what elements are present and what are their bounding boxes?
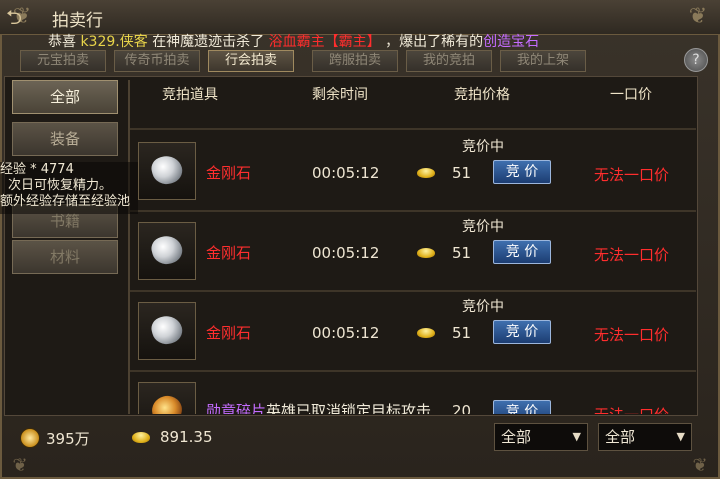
exp-tooltip-line: 次日可恢复精力。	[8, 178, 113, 193]
exp-tooltip-line: 经验 * 4774	[0, 162, 74, 177]
buyout-status: 无法一口价	[594, 326, 670, 344]
bid-status: 竞价中	[462, 299, 504, 315]
time-left: 00:05:12	[312, 244, 380, 262]
item-slot[interactable]	[138, 302, 196, 360]
bid-price: 51	[452, 164, 472, 182]
header-item: 竞拍道具	[162, 87, 218, 103]
filter-select-1[interactable]: 全部 ▼	[494, 423, 588, 451]
announce-player: k329.侠客	[80, 34, 148, 50]
item-name: 金刚石	[206, 164, 252, 182]
category-materials[interactable]: 材料	[12, 240, 118, 274]
table-row[interactable]: 金刚石 00:05:12 51 竞价中 竞 价 无法一口价	[130, 132, 696, 212]
item-name: 勋章碎片英雄已取消锁定目标攻击	[206, 400, 431, 414]
item-slot[interactable]	[138, 222, 196, 280]
item-name: 金刚石	[206, 324, 252, 342]
ingot-amount: 891.35	[160, 428, 213, 446]
gold-ingot-icon	[132, 432, 150, 443]
gold-ingot-icon	[417, 248, 435, 258]
filter-value: 全部	[501, 428, 532, 446]
bid-button[interactable]: 竞 价	[493, 400, 551, 414]
announce-middle: 在神魔遗迹击杀了	[152, 34, 265, 50]
buyout-status: 无法一口价	[594, 246, 670, 264]
bid-status: 竞价中	[462, 139, 504, 155]
announce-item: 创造宝石	[483, 34, 540, 50]
table-row[interactable]: 勋章碎片英雄已取消锁定目标攻击 20 竞 价 无法一口价	[130, 372, 696, 414]
announcement-banner: 恭喜 k329.侠客 在神魔遗迹击杀了 浴血霸主【霸主】 ，爆出了稀有的创造宝石	[48, 30, 688, 54]
dropdown-caret-icon: ▼	[676, 430, 685, 443]
announce-prefix: 恭喜	[48, 34, 76, 50]
gold-ingot-icon	[417, 168, 435, 178]
gold-ingot-icon	[417, 328, 435, 338]
time-left: 00:05:12	[312, 164, 380, 182]
header-time-left: 剩余时间	[312, 87, 368, 103]
announce-suffix: ，爆出了稀有的	[385, 34, 484, 50]
bid-button[interactable]: 竞 价	[493, 320, 551, 344]
announce-boss: 浴血霸主【霸主】	[268, 34, 381, 50]
time-left: 00:05:12	[312, 324, 380, 342]
table-row[interactable]: 金刚石 00:05:12 51 竞价中 竞 价 无法一口价	[130, 292, 696, 372]
item-name: 金刚石	[206, 244, 252, 262]
exp-tooltip: 经验 * 4774 次日可恢复精力。 额外经验存储至经验池	[0, 162, 138, 214]
window-title: 拍卖行	[52, 11, 103, 31]
filter-value: 全部	[605, 428, 636, 446]
bid-price: 20	[452, 402, 472, 414]
bid-price: 51	[452, 244, 472, 262]
back-arrow-icon[interactable]: ⮌	[6, 6, 34, 28]
medal-fragment-icon	[148, 392, 186, 414]
bid-price: 51	[452, 324, 472, 342]
table-header: 竞拍道具 剩余时间 竞拍价格 一口价	[132, 84, 696, 106]
dragon-ornament-icon: ❦	[688, 4, 708, 29]
diamond-stone-icon	[148, 152, 186, 188]
filter-select-2[interactable]: 全部 ▼	[598, 423, 692, 451]
header-buyout: 一口价	[610, 87, 652, 103]
diamond-stone-icon	[148, 312, 186, 348]
category-equipment[interactable]: 装备	[12, 122, 118, 156]
item-slot[interactable]	[138, 142, 196, 200]
coin-icon	[20, 428, 40, 448]
dragon-ornament-icon: ❦	[12, 455, 28, 476]
item-slot[interactable]	[138, 382, 196, 414]
header-bid-price: 竞拍价格	[454, 87, 510, 103]
dropdown-caret-icon: ▼	[572, 430, 581, 443]
currency-bar: 395万 891.35 全部 ▼ 全部 ▼	[0, 418, 720, 458]
system-message: 英雄已取消锁定目标攻击	[266, 402, 432, 414]
bid-button[interactable]: 竞 价	[493, 240, 551, 264]
dragon-ornament-icon: ❦	[692, 455, 708, 476]
coin-amount: 395万	[46, 430, 90, 448]
diamond-stone-icon	[148, 232, 186, 268]
exp-tooltip-line: 额外经验存储至经验池	[0, 194, 131, 209]
table-row[interactable]: 金刚石 00:05:12 51 竞价中 竞 价 无法一口价	[130, 212, 696, 292]
buyout-status: 无法一口价	[594, 404, 669, 414]
bid-status: 竞价中	[462, 219, 504, 235]
buyout-status: 无法一口价	[594, 166, 670, 184]
bid-button[interactable]: 竞 价	[493, 160, 551, 184]
category-all[interactable]: 全部	[12, 80, 118, 114]
divider	[130, 128, 696, 130]
